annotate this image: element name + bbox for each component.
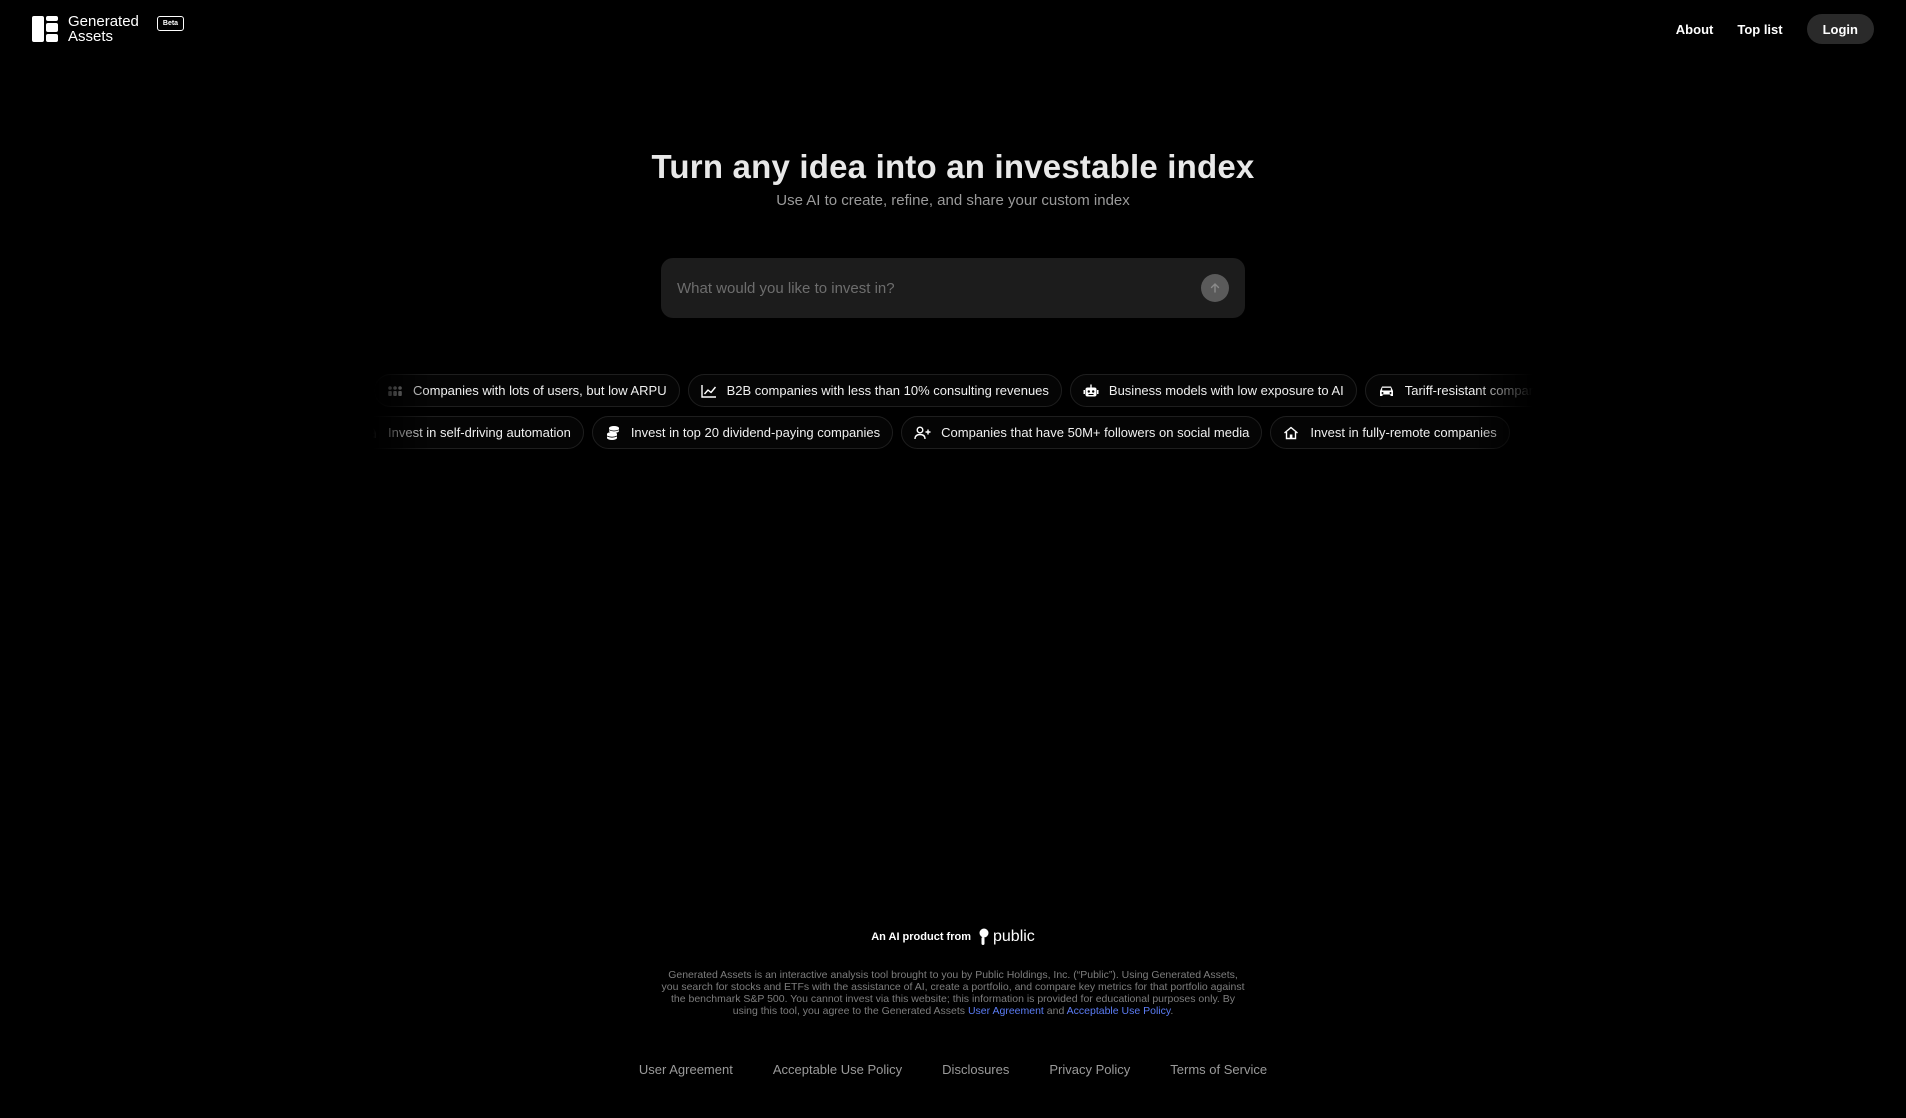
disclaimer-and: and [1046,1005,1065,1017]
footer-link-acceptable-use[interactable]: Acceptable Use Policy [773,1062,902,1077]
acceptable-use-link[interactable]: Acceptable Use Policy [1067,1005,1171,1017]
suggestions-row-1: Companies with lots of users, but low AR… [373,374,1533,407]
logo-grid-icon [32,16,58,42]
suggestion-label: Tariff-resistant companies [1404,383,1533,398]
car-icon [373,428,376,438]
suggestion-label: Companies that have 50M+ followers on so… [941,425,1250,440]
main-nav: About Top list Login [1676,14,1874,44]
public-wordmark: public [993,928,1035,945]
suggestion-chip[interactable]: Companies with lots of users, but low AR… [374,374,680,407]
suggestion-label: Companies with lots of users, but low AR… [413,383,667,398]
suggestion-chip[interactable]: Invest in self-driving automation [373,416,584,449]
search-input[interactable] [677,279,1201,297]
public-logo[interactable]: public [979,928,1035,946]
footer-link-user-agreement[interactable]: User Agreement [639,1062,733,1077]
users-icon [388,385,402,396]
suggestion-label: B2B companies with less than 10% consult… [726,383,1049,398]
suggestion-chip[interactable]: Invest in top 20 dividend-paying compani… [591,416,894,449]
suggestion-chip[interactable]: Business models with low exposure to AI [1069,374,1357,407]
nav-about-link[interactable]: About [1676,22,1714,37]
suggestion-chip[interactable]: Tariff-resistant companies [1364,374,1533,407]
public-logo-icon [979,928,989,945]
robot-icon [1083,384,1099,396]
brand-logo[interactable]: Generated Assets Beta [32,13,185,45]
suggestion-chip[interactable]: Companies that have 50M+ followers on so… [901,416,1263,449]
product-from-label: An AI product from [871,931,971,943]
login-button[interactable]: Login [1806,14,1874,44]
disclaimer-end: . [1170,1005,1174,1017]
suggestion-chip[interactable]: B2B companies with less than 10% consult… [687,374,1062,407]
car-icon [1379,386,1393,396]
footer-brand: An AI product from public [0,928,1906,946]
legal-disclaimer: Generated Assets is an interactive analy… [660,969,1246,1017]
footer-link-terms-of-service[interactable]: Terms of Service [1170,1062,1267,1077]
user-agreement-link[interactable]: User Agreement [968,1005,1044,1017]
coins-icon [606,425,619,440]
user-plus-icon [914,426,931,439]
brand-name: Generated Assets [68,13,139,45]
submit-button[interactable] [1201,274,1229,302]
suggestion-label: Invest in self-driving automation [388,425,571,440]
footer-link-privacy-policy[interactable]: Privacy Policy [1049,1062,1130,1077]
arrow-up-icon [1210,283,1220,293]
beta-badge: Beta [156,16,185,31]
top-bar: Generated Assets Beta About Top list Log… [0,0,1906,58]
hero: Turn any idea into an investable index U… [0,148,1906,209]
nav-top-list-link[interactable]: Top list [1737,22,1782,37]
page-title: Turn any idea into an investable index [651,148,1255,185]
suggestion-label: Business models with low exposure to AI [1108,383,1344,398]
search-box[interactable] [661,258,1245,318]
page-subtitle: Use AI to create, refine, and share your… [776,192,1130,209]
suggestions-row-2: Invest in self-driving automation Invest… [373,416,1533,449]
suggestion-label: Invest in fully-remote companies [1310,425,1497,440]
suggestion-chip[interactable]: Invest in fully-remote companies [1270,416,1510,449]
footer-link-disclosures[interactable]: Disclosures [942,1062,1009,1077]
footer-links: User Agreement Acceptable Use Policy Dis… [0,1062,1906,1077]
home-icon [1284,426,1299,439]
suggestion-label: Invest in top 20 dividend-paying compani… [630,425,881,440]
chart-line-icon [700,384,716,398]
